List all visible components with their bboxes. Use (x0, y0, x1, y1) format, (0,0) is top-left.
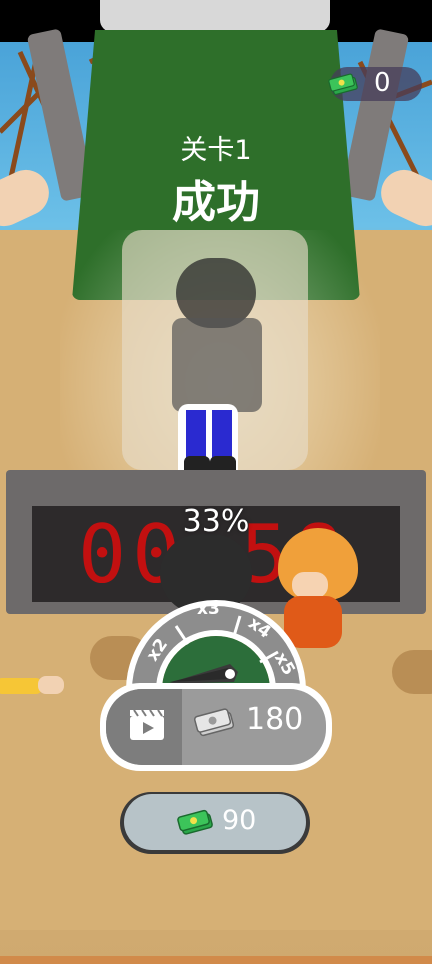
npc-hand (38, 676, 64, 694)
player-leg-right (212, 410, 232, 458)
bottom-edge (0, 956, 432, 964)
reward-amount: 180 (246, 702, 304, 737)
npc-yellow-arm (0, 678, 42, 694)
progress-percent: 33% (182, 504, 250, 539)
player-leg-left (186, 410, 206, 458)
cash-stack-icon (193, 708, 235, 737)
video-clapper-icon (130, 709, 164, 740)
player-body (172, 318, 262, 412)
cash-stack-icon (177, 809, 213, 835)
cash-stack-icon (328, 73, 358, 95)
doll-head-base (100, 0, 330, 32)
multiplier-option: x3 (197, 599, 220, 619)
coin-count: 0 (374, 68, 391, 98)
claim-amount: 90 (222, 805, 257, 836)
level-label: 关卡1 (180, 135, 252, 166)
result-status: 成功 (172, 177, 260, 228)
ground-shadow (392, 650, 432, 694)
